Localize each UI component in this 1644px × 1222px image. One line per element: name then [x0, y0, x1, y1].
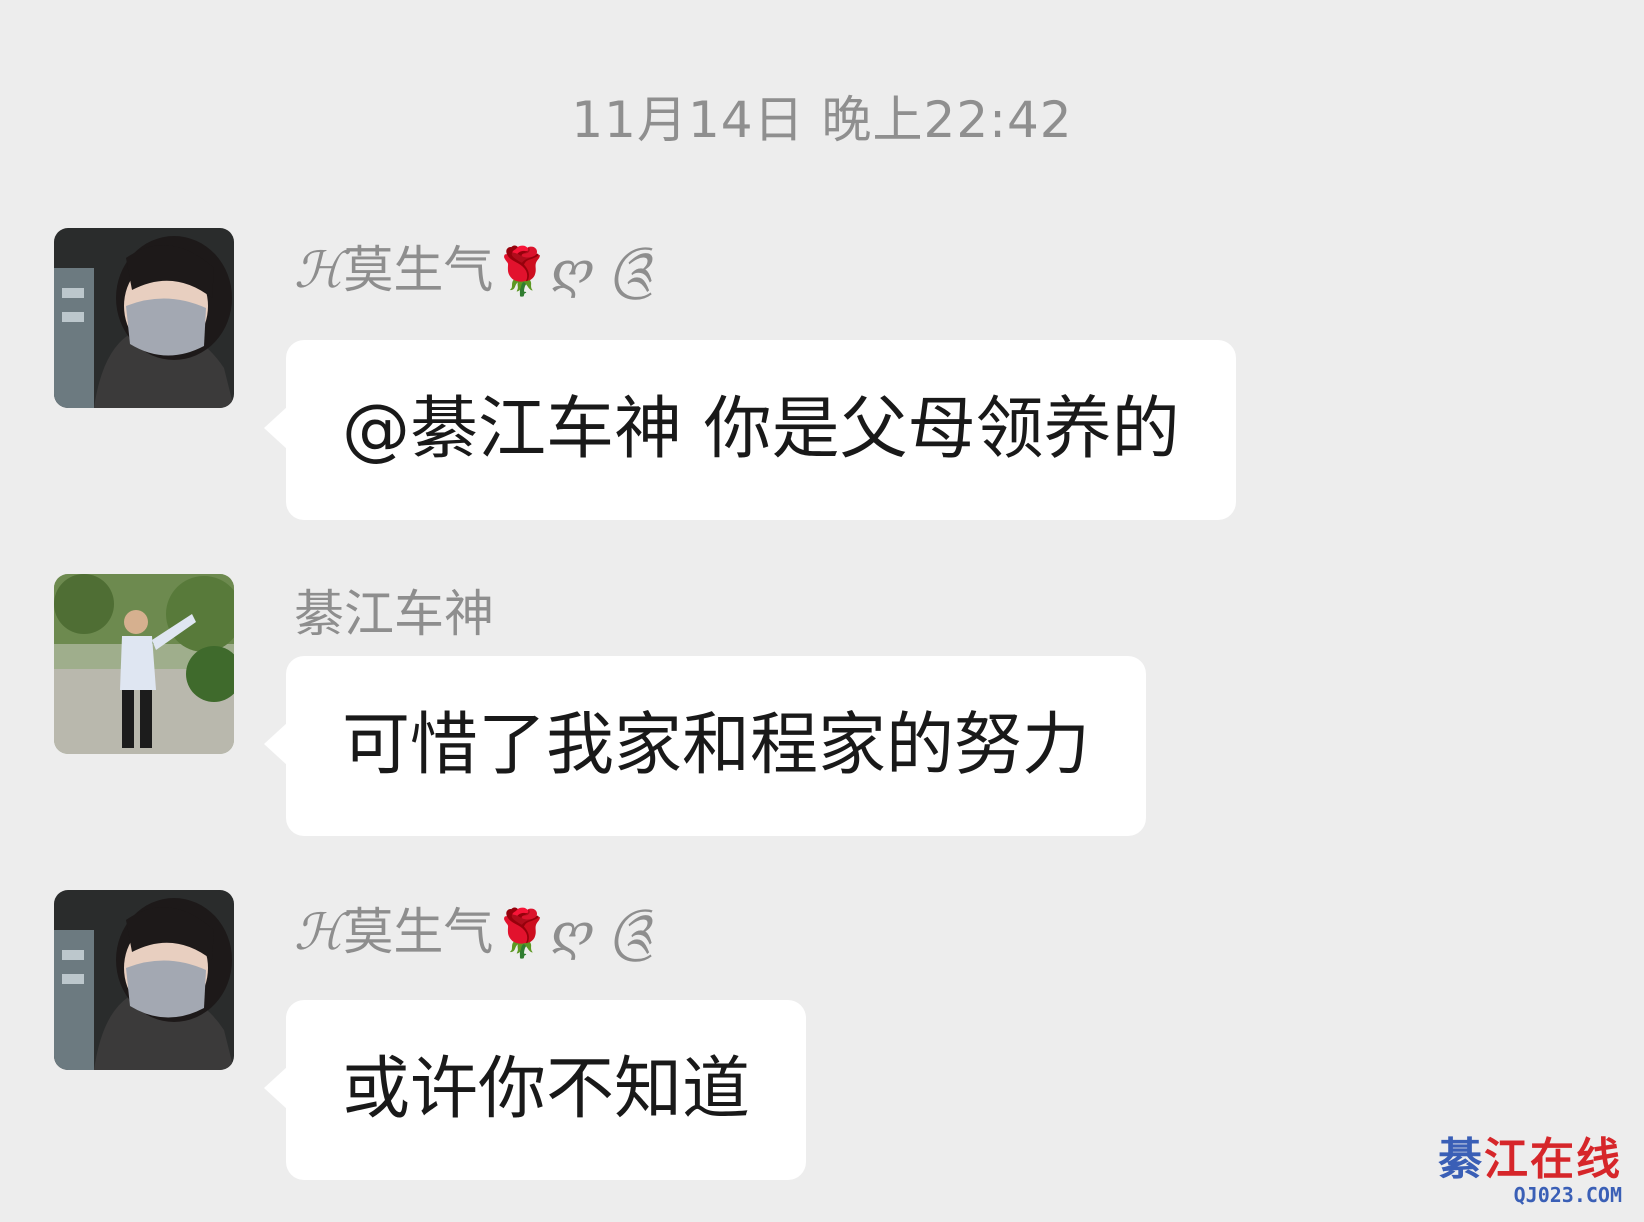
- sender-name-text: 莫生气: [343, 903, 494, 961]
- rose-emoji-icon: 🌹: [493, 244, 551, 298]
- sender-suffix: ღ ༊: [550, 903, 655, 961]
- avatar-man-outdoor-image: [54, 574, 234, 754]
- sender-name: ℋ莫生气🌹ღ ༊: [294, 900, 654, 965]
- message-text: 可惜了我家和程家的努力: [342, 706, 1091, 785]
- sender-name: ℋ莫生气🌹ღ ༊: [294, 238, 654, 303]
- message-bubble[interactable]: 或许你不知道: [263, 1000, 807, 1180]
- avatar[interactable]: [54, 228, 234, 408]
- message-bubble[interactable]: 可惜了我家和程家的努力: [263, 656, 1147, 836]
- watermark-title: 綦江在线: [1438, 1134, 1622, 1185]
- watermark-url: QJ023.COM: [1513, 1183, 1622, 1207]
- sender-suffix: ღ ༊: [550, 241, 655, 299]
- avatar-woman-mask-image: [54, 228, 234, 408]
- avatar[interactable]: [54, 574, 234, 754]
- message-bubble[interactable]: @綦江车神 你是父母领养的: [264, 340, 1236, 520]
- watermark-logo: 綦江在线 QJ023.COM: [1438, 1134, 1622, 1207]
- rose-emoji-icon: 🌹: [493, 906, 551, 960]
- sender-name: 綦江车神: [294, 582, 494, 646]
- sender-prefix: ℋ: [294, 903, 344, 961]
- timestamp: 11月14日 晚上22:42: [571, 91, 1073, 149]
- avatar[interactable]: [54, 890, 234, 1070]
- message-text: @綦江车神 你是父母领养的: [342, 390, 1180, 469]
- sender-prefix: ℋ: [294, 241, 344, 299]
- sender-name-text: 綦江车神: [294, 585, 494, 643]
- avatar-woman-mask-image: [54, 890, 234, 1070]
- message-text: 或许你不知道: [342, 1050, 751, 1129]
- sender-name-text: 莫生气: [343, 241, 494, 299]
